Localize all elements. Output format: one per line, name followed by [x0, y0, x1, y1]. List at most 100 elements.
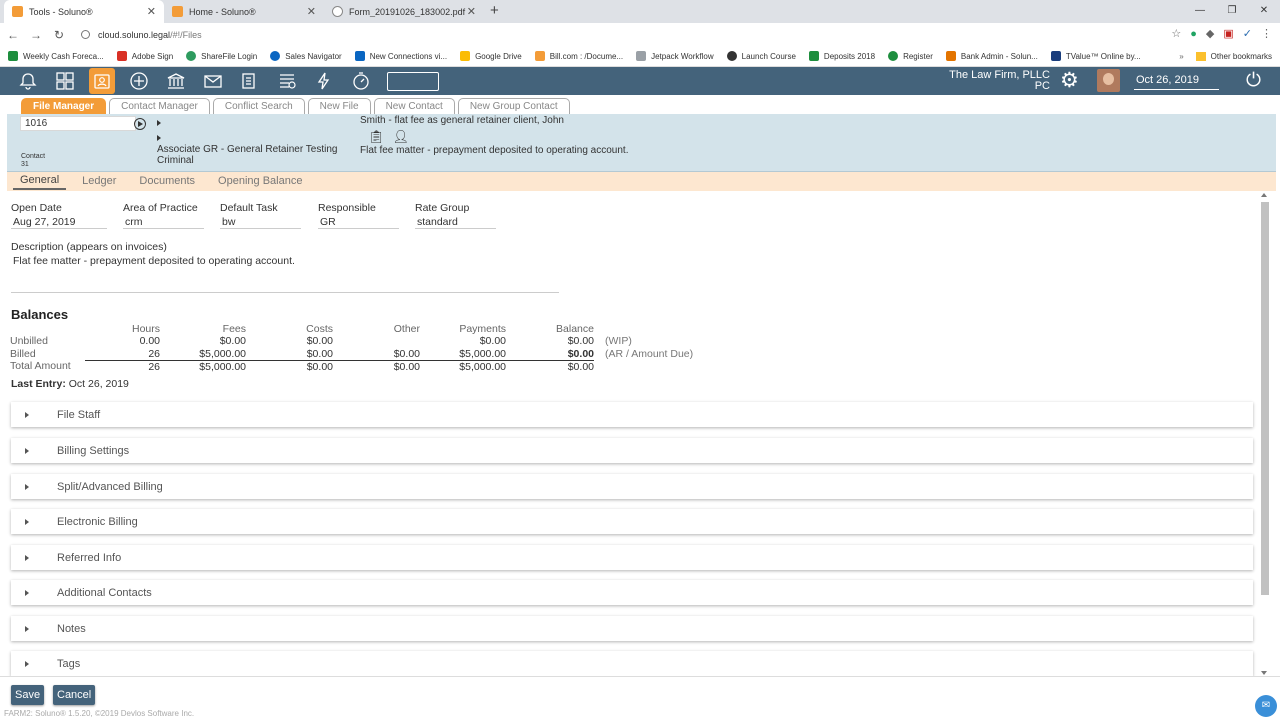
bookmark[interactable]: Adobe Sign — [116, 51, 173, 61]
rate-group-input[interactable]: standard — [415, 216, 496, 229]
chevron-right-icon[interactable]: » — [1179, 52, 1183, 61]
cell-other — [333, 335, 420, 348]
description-textarea[interactable]: Flat fee matter - prepayment deposited t… — [13, 255, 295, 267]
bookmark[interactable]: Weekly Cash Foreca... — [8, 51, 104, 61]
close-window-icon[interactable]: ✕ — [1248, 0, 1280, 22]
minimize-icon[interactable]: — — [1184, 0, 1216, 22]
row-label: Billed — [10, 347, 36, 360]
bookmark[interactable]: Jetpack Workflow — [636, 51, 714, 61]
tab-new-file[interactable]: New File — [307, 98, 371, 115]
browser-tab[interactable]: Form_20191026_183002.pdf ✕ — [324, 0, 484, 23]
tab-ledger[interactable]: Ledger — [75, 175, 123, 189]
task-input[interactable]: bw — [220, 216, 301, 229]
mail-icon[interactable] — [200, 68, 226, 94]
lightning-icon[interactable] — [311, 68, 337, 94]
bookmark[interactable]: Register — [888, 51, 933, 61]
accordion-tags[interactable]: Tags — [11, 651, 1253, 676]
tab-contact-manager[interactable]: Contact Manager — [109, 98, 210, 115]
row-label: Unbilled — [10, 335, 48, 348]
bank-icon[interactable] — [163, 68, 189, 94]
grammarly-icon[interactable]: ● — [1190, 28, 1197, 40]
tab-new-contact[interactable]: New Contact — [373, 98, 455, 115]
accordion-additional-contacts[interactable]: Additional Contacts — [11, 580, 1253, 605]
expand-arrow-icon[interactable] — [157, 135, 161, 141]
file-manager-icon[interactable] — [89, 68, 115, 94]
bookmark[interactable]: Launch Course — [726, 51, 796, 61]
responsible-input[interactable]: GR — [318, 216, 399, 229]
vertical-scrollbar[interactable] — [1260, 193, 1270, 675]
new-tab-icon[interactable]: + — [490, 0, 499, 23]
play-icon[interactable] — [134, 118, 146, 130]
clipboard-icon[interactable]: 📋︎ — [368, 129, 385, 145]
star-icon[interactable]: ☆ — [1171, 27, 1181, 40]
notifications-icon[interactable] — [15, 68, 41, 94]
user-icon[interactable]: 👤︎ — [393, 129, 410, 145]
bookmark[interactable]: Bank Admin - Solun... — [945, 51, 1038, 61]
bookmark-label: TValue™ Online by... — [1065, 51, 1141, 61]
bookmark[interactable]: Bill.com : /Docume... — [534, 51, 623, 61]
bookmark[interactable]: ShareFile Login — [186, 51, 257, 61]
mail-extension-icon[interactable]: ▣ — [1223, 27, 1233, 40]
back-icon[interactable]: ← — [3, 28, 23, 42]
check-extension-icon[interactable]: ✓ — [1243, 27, 1252, 40]
file-number-input[interactable]: 1016 — [20, 116, 136, 131]
tab-opening-balance[interactable]: Opening Balance — [211, 175, 309, 189]
reload-icon[interactable]: ↻ — [49, 28, 69, 42]
chat-icon[interactable]: ✉ — [1255, 695, 1277, 717]
forward-icon[interactable]: → — [26, 28, 46, 42]
tab-conflict-search[interactable]: Conflict Search — [212, 98, 305, 115]
timer-icon[interactable] — [348, 68, 374, 94]
accordion-referred-info[interactable]: Referred Info — [11, 545, 1253, 570]
save-button[interactable]: Save — [11, 685, 45, 705]
scroll-down-icon[interactable] — [1261, 671, 1267, 675]
power-icon[interactable]: ⏻ — [1246, 70, 1261, 92]
gear-icon[interactable]: ⚙ — [1060, 70, 1079, 92]
close-tab-icon[interactable]: ✕ — [467, 5, 476, 18]
timer-display[interactable] — [387, 71, 439, 91]
tab-file-manager[interactable]: File Manager — [21, 98, 107, 115]
cancel-button[interactable]: Cancel — [53, 685, 96, 705]
bank-icon — [945, 51, 956, 61]
bookmark[interactable]: New Connections vi... — [354, 51, 448, 61]
bookmark-label: New Connections vi... — [369, 51, 448, 61]
bookmark[interactable]: Google Drive — [460, 51, 522, 61]
expand-arrow-icon[interactable] — [157, 120, 161, 126]
accordion-notes[interactable]: Notes — [11, 616, 1253, 641]
browser-tab[interactable]: Home - Soluno® ✕ — [164, 0, 324, 23]
avatar[interactable] — [1097, 69, 1120, 92]
restore-icon[interactable]: ❐ — [1216, 0, 1248, 22]
tab-general[interactable]: General — [13, 174, 67, 190]
other-bookmarks-label: Other bookmarks — [1210, 51, 1272, 61]
browser-tab[interactable]: Tools - Soluno® ✕ — [4, 0, 164, 23]
dashboard-icon[interactable] — [52, 68, 78, 94]
url-field[interactable]: cloud.soluno.legal/#!/Files — [81, 30, 202, 40]
close-tab-icon[interactable]: ✕ — [147, 5, 156, 18]
menu-icon[interactable]: ⋮ — [1261, 27, 1272, 40]
tab-documents[interactable]: Documents — [132, 175, 202, 189]
date-picker[interactable]: Oct 26, 2019 — [1134, 72, 1219, 90]
billing-icon[interactable] — [274, 68, 300, 94]
scroll-thumb[interactable] — [1261, 202, 1269, 595]
area-input[interactable]: crm — [123, 216, 204, 229]
accordion-electronic-billing[interactable]: Electronic Billing — [11, 509, 1253, 534]
bookmark[interactable]: Deposits 2018 — [808, 51, 875, 61]
accordion-split-billing[interactable]: Split/Advanced Billing — [11, 474, 1253, 499]
launch-icon — [726, 51, 737, 61]
add-icon[interactable] — [126, 68, 152, 94]
documents-icon[interactable] — [237, 68, 263, 94]
cell-costs: $0.00 — [306, 347, 333, 360]
accordion-title: Referred Info — [57, 551, 122, 564]
close-tab-icon[interactable]: ✕ — [307, 5, 316, 18]
bookmark[interactable]: Sales Navigator — [270, 51, 342, 61]
open-date-input[interactable]: Aug 27, 2019 — [11, 216, 107, 229]
scroll-up-icon[interactable] — [1261, 193, 1267, 197]
tab-new-group-contact[interactable]: New Group Contact — [457, 98, 570, 115]
accordion-file-staff[interactable]: File Staff — [11, 402, 1253, 427]
bookmark[interactable]: TValue™ Online by... — [1050, 51, 1141, 61]
description-field[interactable]: Description (appears on invoices) Flat f… — [11, 241, 559, 293]
accordion-billing-settings[interactable]: Billing Settings — [11, 438, 1253, 463]
cell-costs: $0.00 — [246, 359, 333, 373]
other-bookmarks[interactable]: » Other bookmarks — [1179, 51, 1272, 61]
extension-icon[interactable]: ◆ — [1206, 27, 1214, 40]
folder-icon — [1195, 51, 1206, 61]
